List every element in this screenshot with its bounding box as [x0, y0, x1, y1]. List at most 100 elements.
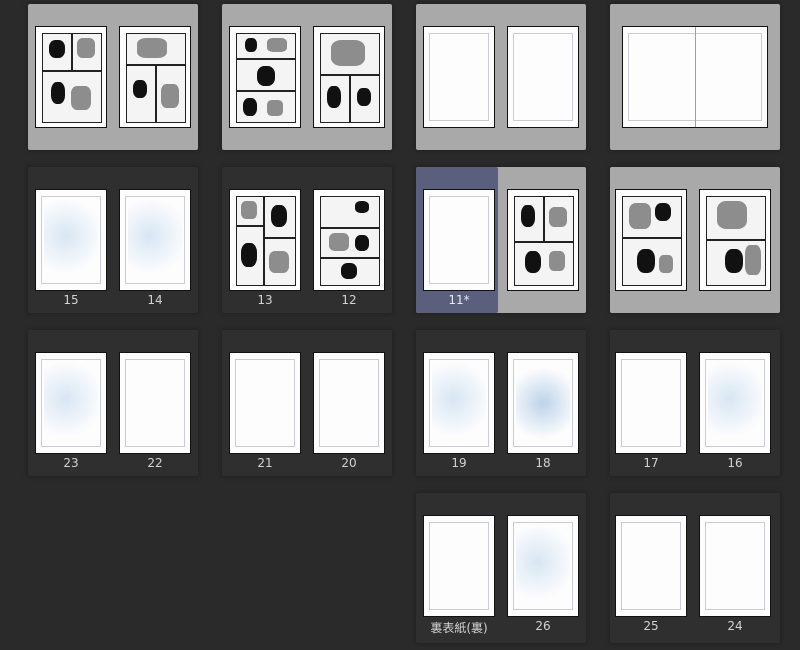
panel — [236, 196, 264, 226]
page-thumbnail[interactable] — [423, 26, 495, 128]
sketch-layer — [708, 363, 762, 443]
page-frame — [705, 522, 765, 610]
panel — [72, 33, 102, 71]
manga-artwork — [320, 196, 380, 286]
panel — [320, 75, 350, 123]
panel — [42, 71, 102, 123]
panel — [544, 196, 574, 242]
page-frame — [621, 522, 681, 610]
page-frame — [429, 33, 489, 121]
page-thumbnail[interactable] — [119, 352, 191, 454]
page-thumbnail[interactable] — [507, 352, 579, 454]
page-frame — [513, 33, 573, 121]
sketch-layer — [44, 200, 98, 280]
spread[interactable]: 23 22 — [28, 330, 198, 476]
page-frame — [621, 359, 681, 447]
page-number: 20 — [341, 456, 357, 470]
panel — [320, 258, 380, 286]
page-number: 14 — [147, 293, 163, 307]
panel — [622, 196, 682, 238]
sketch-layer — [128, 200, 182, 280]
panel — [514, 242, 574, 286]
page-number: 22 — [147, 456, 163, 470]
page-number: 19 — [451, 456, 467, 470]
manga-artwork — [514, 196, 574, 286]
manga-artwork — [236, 33, 296, 123]
spread[interactable] — [222, 4, 392, 150]
panel — [706, 240, 766, 286]
page-number: 23 — [63, 456, 79, 470]
panel — [350, 75, 380, 123]
panel — [320, 33, 380, 75]
spread[interactable]: 17 16 — [610, 330, 780, 476]
page-thumbnail[interactable] — [35, 26, 107, 128]
spread[interactable] — [416, 4, 586, 150]
page-thumbnail[interactable] — [313, 189, 385, 291]
page-thumbnail[interactable] — [615, 189, 687, 291]
page-thumbnail[interactable] — [699, 352, 771, 454]
page-thumbnail[interactable] — [119, 189, 191, 291]
page-thumbnail[interactable] — [507, 515, 579, 617]
manga-artwork — [706, 196, 766, 286]
page-thumbnail[interactable] — [229, 352, 301, 454]
page-thumbnail[interactable] — [507, 189, 579, 291]
page-frame — [429, 196, 489, 284]
page-number: 26 — [535, 619, 551, 633]
page-number-current: 11* — [448, 293, 470, 307]
spread[interactable]: 25 24 — [610, 493, 780, 643]
panel — [264, 238, 296, 286]
page-frame — [125, 359, 185, 447]
page-thumbnail[interactable] — [615, 352, 687, 454]
spread[interactable]: 11* — [416, 167, 586, 313]
page-thumbnail[interactable] — [313, 352, 385, 454]
spread[interactable]: 裏表紙(裏) 26 — [416, 493, 586, 643]
panel — [320, 228, 380, 258]
page-thumbnail-spread[interactable] — [622, 26, 768, 128]
sketch-layer — [516, 526, 570, 606]
page-number: 24 — [727, 619, 743, 633]
manga-artwork — [622, 196, 682, 286]
page-thumbnail[interactable] — [229, 26, 301, 128]
spread-divider — [695, 27, 696, 127]
page-manager-canvas: 15 14 13 12 11* 23 22 21 20 19 18 17 16 … — [0, 0, 800, 650]
page-frame — [319, 359, 379, 447]
manga-artwork — [126, 33, 186, 123]
page-thumbnail[interactable] — [119, 26, 191, 128]
panel — [42, 33, 72, 71]
page-thumbnail[interactable] — [229, 189, 301, 291]
page-number: 15 — [63, 293, 79, 307]
page-thumbnail[interactable] — [313, 26, 385, 128]
panel — [622, 238, 682, 286]
spread[interactable]: 13 12 — [222, 167, 392, 313]
page-thumbnail[interactable] — [35, 189, 107, 291]
spread[interactable] — [28, 4, 198, 150]
page-thumbnail[interactable] — [615, 515, 687, 617]
panel — [236, 59, 296, 91]
page-thumbnail[interactable] — [699, 189, 771, 291]
sketch-layer — [432, 363, 486, 443]
panel — [264, 196, 296, 238]
page-thumbnail[interactable] — [699, 515, 771, 617]
spread[interactable] — [610, 167, 780, 313]
page-frame — [429, 522, 489, 610]
page-frame — [235, 359, 295, 447]
panel — [320, 196, 380, 228]
manga-artwork — [42, 33, 102, 123]
spread[interactable]: 15 14 — [28, 167, 198, 313]
page-number: 13 — [257, 293, 273, 307]
page-thumbnail[interactable] — [507, 26, 579, 128]
sketch-layer — [516, 363, 570, 443]
page-thumbnail[interactable] — [423, 515, 495, 617]
page-number: 21 — [257, 456, 273, 470]
page-thumbnail[interactable] — [423, 189, 495, 291]
page-thumbnail[interactable] — [423, 352, 495, 454]
page-number: 12 — [341, 293, 357, 307]
spread[interactable]: 19 18 — [416, 330, 586, 476]
page-thumbnail[interactable] — [35, 352, 107, 454]
spread[interactable]: 21 20 — [222, 330, 392, 476]
page-number: 18 — [535, 456, 551, 470]
spread[interactable] — [610, 4, 780, 150]
panel — [156, 65, 186, 123]
panel — [126, 33, 186, 65]
page-number: 裏表紙(裏) — [430, 621, 488, 635]
